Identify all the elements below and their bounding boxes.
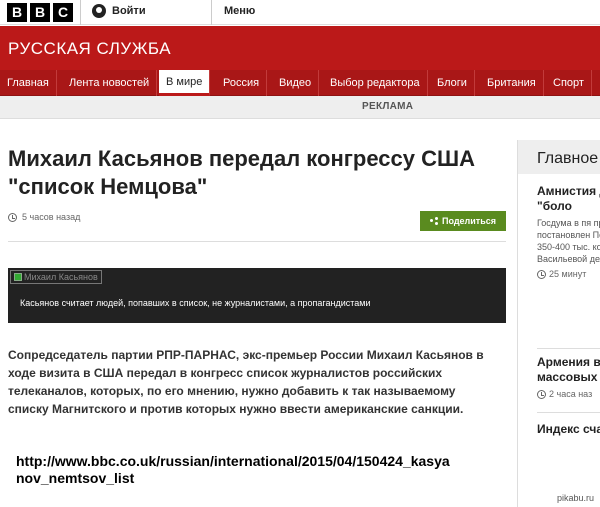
watermark: pikabu.ru <box>556 493 594 503</box>
nav-item-sport[interactable]: Спорт <box>546 70 592 96</box>
top-stories-sidebar: Главное Амнистия для "боло Госдума в пя … <box>517 140 600 507</box>
nav-item-russia[interactable]: Россия <box>216 70 268 96</box>
main-nav: Главная Лента новостей В мире Россия Вид… <box>0 70 600 96</box>
timestamp-text: 5 часов назад <box>22 212 81 222</box>
nav-item-home[interactable]: Главная <box>0 70 57 96</box>
signin-button[interactable]: Войти <box>92 4 146 18</box>
image-caption: Касьянов считает людей, попавших в списо… <box>20 298 371 308</box>
image-alt-text: Михаил Касьянов <box>24 272 98 282</box>
story-title[interactable]: Индекс сча <box>537 422 600 437</box>
menu-button[interactable]: Меню <box>224 5 255 17</box>
divider <box>8 241 506 242</box>
story-summary: Госдума в пя приняла пре постановлен Поб… <box>537 218 600 264</box>
article-timestamp: 5 часов назад <box>8 212 80 222</box>
story-title[interactable]: Армения в массовых <box>537 355 600 385</box>
story-time-text: 2 часа наз <box>549 389 593 399</box>
share-icon <box>429 217 438 225</box>
nav-item-world[interactable]: В мире <box>159 70 211 96</box>
sidebar-heading: Главное <box>537 150 599 167</box>
story-title[interactable]: Амнистия для "боло <box>537 184 600 214</box>
logo-letter: C <box>53 3 73 22</box>
top-bar: B B C Войти Меню <box>0 0 600 25</box>
story-time: 2 часа наз <box>537 389 600 399</box>
story-time: 25 минут <box>537 269 600 279</box>
divider <box>80 0 81 25</box>
article-headline: Михаил Касьянов передал конгрессу США "с… <box>8 146 476 199</box>
service-title[interactable]: РУССКАЯ СЛУЖБА <box>8 39 171 59</box>
divider <box>211 0 212 25</box>
logo-letter: B <box>30 3 50 22</box>
overlay-url: http://www.bbc.co.uk/russian/internation… <box>16 453 450 486</box>
bbc-logo[interactable]: B B C <box>7 3 73 22</box>
sidebar-story[interactable]: Индекс сча <box>537 422 600 437</box>
user-icon <box>92 4 106 18</box>
nav-item-britain[interactable]: Британия <box>480 70 544 96</box>
share-label: Поделиться <box>441 216 496 226</box>
broken-image-icon <box>14 273 22 281</box>
divider <box>537 348 600 349</box>
ad-bar: РЕКЛАМА <box>0 96 600 119</box>
sidebar-story[interactable]: Армения в массовых 2 часа наз <box>537 355 600 399</box>
sidebar-story[interactable]: Амнистия для "боло Госдума в пя приняла … <box>537 184 600 279</box>
sidebar-header: Главное <box>518 140 600 174</box>
divider <box>537 412 600 413</box>
nav-item-video[interactable]: Видео <box>272 70 320 96</box>
article-image: Михаил Касьянов Касьянов считает людей, … <box>8 268 506 323</box>
logo-letter: B <box>7 3 27 22</box>
nav-item-blogs[interactable]: Блоги <box>430 70 475 96</box>
clock-icon <box>537 389 546 399</box>
clock-icon <box>8 212 17 222</box>
nav-item-news-feed[interactable]: Лента новостей <box>62 70 158 96</box>
signin-label: Войти <box>112 5 146 17</box>
nav-item-editors-choice[interactable]: Выбор редактора <box>323 70 428 96</box>
broken-image-placeholder: Михаил Касьянов <box>10 270 102 284</box>
article-lede: Сопредседатель партии РПР-ПАРНАС, экс-пр… <box>8 348 484 416</box>
service-banner: РУССКАЯ СЛУЖБА <box>0 26 600 70</box>
share-button[interactable]: Поделиться <box>420 211 506 231</box>
ad-label: РЕКЛАМА <box>362 101 414 112</box>
story-time-text: 25 минут <box>549 269 587 279</box>
clock-icon <box>537 269 546 279</box>
